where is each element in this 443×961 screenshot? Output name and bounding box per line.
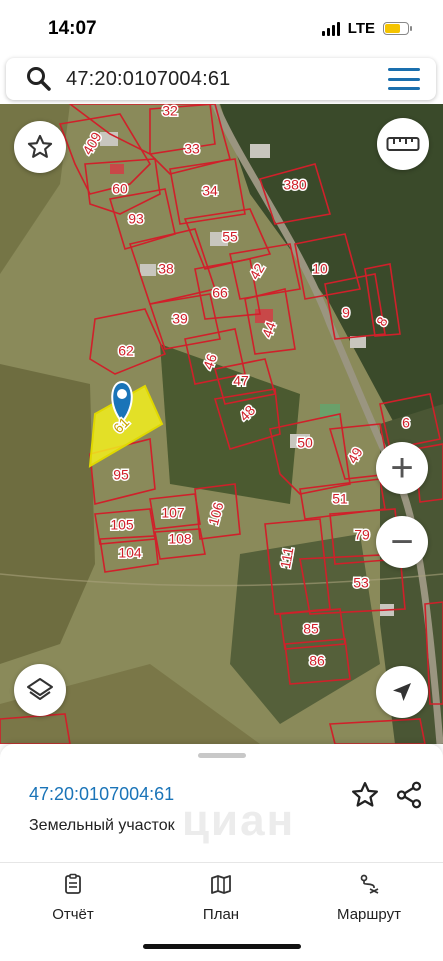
status-indicators: LTE: [321, 20, 412, 37]
parcel-label: 79: [354, 527, 370, 543]
watermark: циан: [182, 796, 296, 845]
parcel-label: 39: [172, 311, 188, 327]
zoom-out-button[interactable]: −: [376, 516, 428, 568]
parcel-label: 47: [233, 373, 249, 389]
star-icon: [352, 782, 378, 807]
parcel-label: 107: [161, 505, 185, 521]
tab-plan-label: План: [202, 906, 240, 923]
parcel-label: 55: [222, 229, 238, 245]
layers-icon: [27, 678, 53, 700]
share-button[interactable]: [394, 780, 424, 815]
status-time: 14:07: [48, 18, 97, 39]
parcel-label: 51: [332, 491, 348, 507]
parcel-label: 60: [112, 181, 128, 197]
parcel-label: 105: [110, 517, 134, 533]
ruler-icon: [386, 137, 420, 151]
tab-report[interactable]: Отчёт: [18, 873, 128, 923]
parcel-label: 380: [283, 177, 307, 193]
search-icon[interactable]: [26, 66, 52, 97]
tab-plan[interactable]: План: [166, 873, 276, 923]
share-icon: [396, 781, 422, 809]
tab-route[interactable]: Маршрут: [314, 873, 424, 923]
parcel-label: 53: [353, 575, 369, 591]
parcel-type: Земельный участок: [29, 817, 175, 834]
map-view[interactable]: 409 32 33 60 93 34 380 55 10 38 42 66 9 8 39 44 62 46 47 48…: [0, 104, 443, 744]
menu-icon[interactable]: [388, 68, 420, 90]
search-input[interactable]: 47:20:0107004:61: [66, 68, 230, 91]
parcel-label: 93: [128, 211, 144, 227]
parcel-label: 34: [202, 183, 218, 199]
map-icon: [211, 875, 231, 894]
parcel-label: 62: [118, 343, 134, 359]
battery-icon: [383, 22, 412, 35]
parcel-label: 104: [118, 545, 142, 561]
parcel-label: 33: [184, 141, 200, 157]
report-icon: [65, 873, 81, 894]
signal-icon: [321, 21, 340, 36]
status-bar: 14:07 LTE: [0, 0, 443, 58]
favorite-map-button[interactable]: [14, 121, 66, 173]
parcel-label: 108: [168, 531, 192, 547]
parcel-label: 6: [402, 415, 410, 431]
parcel-label: 10: [312, 261, 328, 277]
route-icon: [360, 874, 379, 894]
parcel-label: 38: [158, 261, 174, 277]
sheet-drag-handle[interactable]: [198, 753, 246, 758]
parcel-label: 66: [212, 285, 228, 301]
parcel-label: 86: [309, 653, 325, 669]
parcel-label: 95: [113, 467, 129, 483]
zoom-in-button[interactable]: +: [376, 442, 428, 494]
search-bar[interactable]: 47:20:0107004:61: [6, 58, 436, 100]
satellite-map[interactable]: 4093233609334 380551038 426698394462464748…: [0, 104, 443, 744]
parcel-label: 85: [303, 621, 319, 637]
zoom-in-label: +: [390, 446, 414, 490]
navigation-arrow-icon: [393, 683, 411, 701]
network-label: LTE: [347, 20, 375, 37]
home-indicator: [143, 944, 301, 949]
my-location-button[interactable]: [376, 666, 428, 718]
tab-route-label: Маршрут: [337, 906, 401, 923]
parcel-label: 9: [342, 305, 350, 321]
parcel-label: 50: [297, 435, 313, 451]
ruler-button[interactable]: [377, 118, 429, 170]
cadastral-number: 47:20:0107004:61: [29, 784, 175, 804]
zoom-out-label: −: [390, 520, 414, 564]
star-icon: [27, 134, 53, 158]
parcel-info-sheet[interactable]: циан 47:20:0107004:61 Земельный участок: [0, 744, 443, 862]
parcel-label: 32: [162, 104, 178, 119]
tab-report-label: Отчёт: [52, 906, 94, 923]
layers-button[interactable]: [14, 664, 66, 716]
favorite-button[interactable]: [350, 780, 380, 815]
